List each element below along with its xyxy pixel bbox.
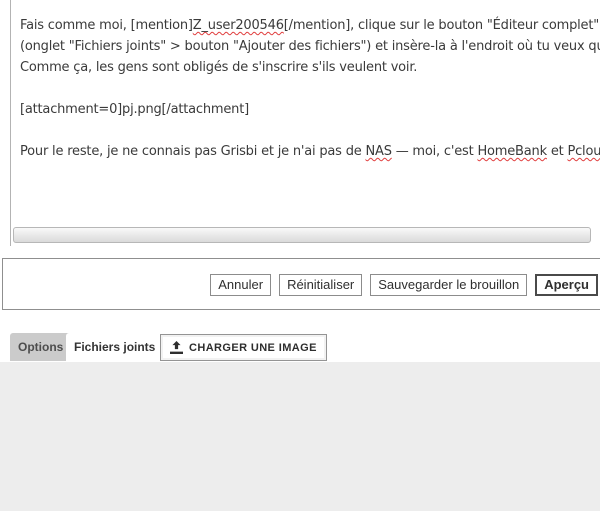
message-textarea[interactable]: Fais comme moi, [mention]Z_user200546[/m… bbox=[10, 0, 600, 246]
upload-icon bbox=[170, 341, 183, 354]
upload-image-button[interactable]: CHARGER UNE IMAGE bbox=[160, 334, 327, 361]
tab-options[interactable]: Options bbox=[10, 333, 71, 361]
save-draft-button[interactable]: Sauvegarder le brouillon bbox=[370, 274, 527, 296]
preview-button[interactable]: Aperçu bbox=[535, 274, 598, 296]
message-textarea-content[interactable]: Fais comme moi, [mention]Z_user200546[/m… bbox=[11, 0, 600, 162]
editor-resize-handle[interactable] bbox=[13, 227, 591, 243]
upload-image-label: CHARGER UNE IMAGE bbox=[189, 342, 317, 354]
attachments-panel: Si vous souhaitez joindre un ou plusieur… bbox=[0, 362, 600, 511]
post-editor-screen: Fais comme moi, [mention]Z_user200546[/m… bbox=[0, 0, 600, 511]
reset-button[interactable]: Réinitialiser bbox=[279, 274, 362, 296]
tab-fichiers-joints[interactable]: Fichiers joints bbox=[66, 333, 163, 361]
cancel-button[interactable]: Annuler bbox=[210, 274, 271, 296]
action-buttons: Annuler Réinitialiser Sauvegarder le bro… bbox=[210, 274, 598, 296]
